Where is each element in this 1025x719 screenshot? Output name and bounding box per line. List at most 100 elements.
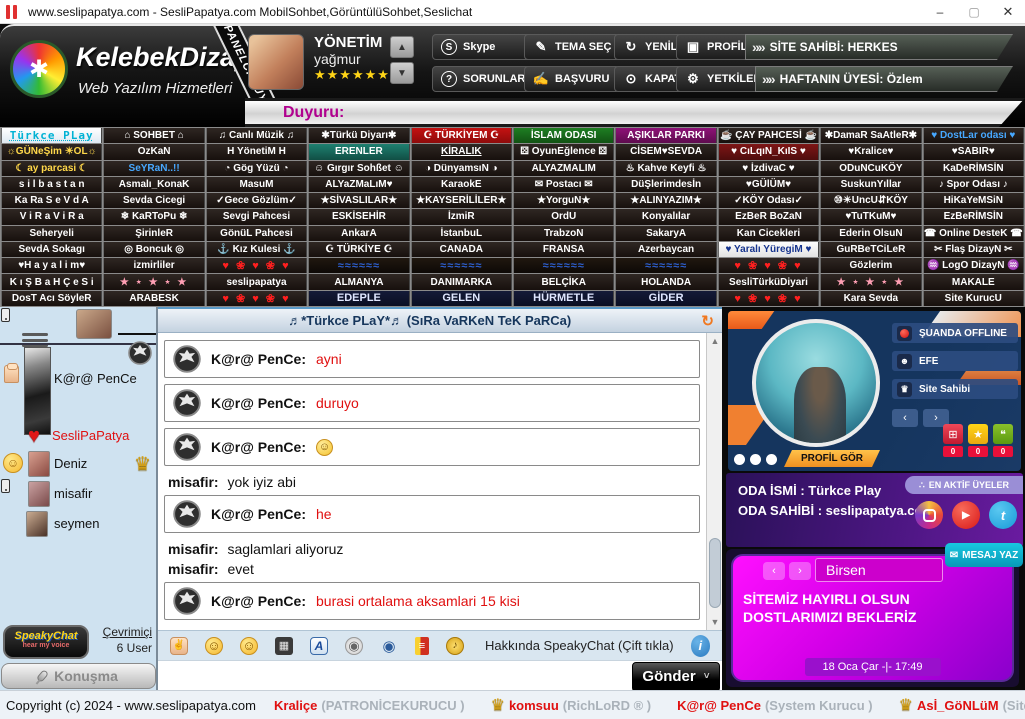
room-cell[interactable]: Site KurucU [923, 291, 1024, 306]
view-profile-button[interactable]: PROFİL GÖR [784, 450, 880, 467]
room-cell[interactable]: K ı Ş B a H Ç e S i [1, 274, 102, 289]
room-cell[interactable]: ★ ⋆ ★ ⋆ ★ [820, 274, 921, 289]
room-category-cell[interactable]: ✱DamaR SaAtleR✱ [820, 128, 921, 143]
room-category-cell[interactable]: AŞIKLAR PARKI [615, 128, 716, 143]
footer-credit[interactable]: ♛Asİ_GöNLüM(Site [899, 695, 1025, 715]
room-cell[interactable]: DANIMARKA [411, 274, 512, 289]
smiley-icon[interactable]: ☺ [205, 637, 223, 655]
room-cell[interactable]: AnkarA [308, 226, 409, 241]
room-cell[interactable]: HiKaYeMSiN [923, 193, 1024, 208]
room-cell[interactable]: ⚄ OyunEğlence ⚄ [513, 144, 614, 159]
room-cell[interactable]: H YönetiM H [206, 144, 307, 159]
room-cell[interactable]: ♥ İzdivaC ♥ [718, 161, 819, 176]
room-cell[interactable]: ♥SABIR♥ [923, 144, 1024, 159]
room-category-cell[interactable]: ♫ Canlı Müzik ♫ [206, 128, 307, 143]
carousel-dots[interactable] [734, 454, 777, 465]
room-cell[interactable]: DüŞlerimdesİn [615, 177, 716, 192]
room-cell[interactable]: ♨ Kahve Keyfi ♨ [615, 161, 716, 176]
room-category-cell[interactable]: ✱Türkü Diyarı✱ [308, 128, 409, 143]
profile-photo[interactable] [752, 319, 880, 447]
room-cell[interactable]: izmirliler [103, 258, 204, 273]
room-cell[interactable]: SesliTürküDiyari [718, 274, 819, 289]
room-cell[interactable]: ERENLER [308, 144, 409, 159]
tema-sec-button[interactable]: ✎TEMA SEÇ [524, 34, 620, 60]
room-cell[interactable]: BELÇİKA [513, 274, 614, 289]
room-cell[interactable]: Ederin OlsuN [820, 226, 921, 241]
room-cell[interactable]: ★SİVASLILAR★ [308, 193, 409, 208]
room-cell[interactable]: ♥ ❀ ♥ ❀ ♥ [206, 291, 307, 306]
footer-credit[interactable]: ♛komsuu(RichLoRD ® ) [491, 695, 651, 715]
room-cell[interactable]: seslipapatya [206, 274, 307, 289]
room-cell[interactable]: ARABESK [103, 291, 204, 306]
chat-bubble-icon[interactable]: ❝ [993, 424, 1013, 444]
room-cell[interactable]: ❄ KaRToPu ❄ [103, 209, 204, 224]
room-cell[interactable]: Asmalı_KonaK [103, 177, 204, 192]
room-cell[interactable]: ODuNCuKÖY [820, 161, 921, 176]
room-cell[interactable]: SakaryA [615, 226, 716, 241]
room-cell[interactable]: ★KAYSERİLİLER★ [411, 193, 512, 208]
room-cell[interactable]: Konyalılar [615, 209, 716, 224]
room-cell[interactable]: ♥GÜlÜM♥ [718, 177, 819, 192]
room-cell[interactable]: ALMANYA [308, 274, 409, 289]
room-cell[interactable]: EzBeRİMSİN [923, 209, 1024, 224]
list-item-user[interactable]: Deniz [54, 456, 87, 471]
room-cell[interactable]: ♥ Yaralı YüregiM ♥ [718, 242, 819, 257]
room-cell[interactable]: İstanbuL [411, 226, 512, 241]
room-cell[interactable]: ♥TuTKuM♥ [820, 209, 921, 224]
message-input[interactable] [158, 661, 632, 692]
room-cell[interactable]: s i l b a s t a n [1, 177, 102, 192]
skype-button[interactable]: SSkype [432, 34, 534, 60]
room-cell[interactable]: Azerbaycan [615, 242, 716, 257]
room-cell[interactable]: ☾ ay parcasi ☾ [1, 161, 102, 176]
room-cell[interactable]: GİDER [615, 291, 716, 306]
room-category-cell[interactable]: ☕ ÇAY PAHCESİ ☕ [718, 128, 819, 143]
room-cell[interactable]: ESKİSEHİR [308, 209, 409, 224]
room-cell[interactable]: TrabzoN [513, 226, 614, 241]
room-category-cell[interactable]: Türkce PLay [1, 128, 102, 143]
room-cell[interactable]: ☪ TÜRKİYE ☪ [308, 242, 409, 257]
minimize-button[interactable]: – [923, 0, 957, 23]
room-cell[interactable]: SeYRaN..!! [103, 161, 204, 176]
avatar[interactable] [24, 347, 51, 435]
list-item-user[interactable]: misafir [54, 486, 92, 501]
mixer-icon[interactable]: ≡ [415, 637, 429, 655]
room-cell[interactable]: EzBeR BoZaN [718, 209, 819, 224]
profile-prev-button[interactable]: ‹ [892, 409, 918, 427]
room-cell[interactable]: ★ ⋆ ★ ⋆ ★ [103, 274, 204, 289]
room-cell[interactable]: ≈≈≈≈≈≈ [411, 258, 512, 273]
room-cell[interactable]: ✓KÖY Odası✓ [718, 193, 819, 208]
room-cell[interactable]: Seheryeli [1, 226, 102, 241]
room-cell[interactable]: KaDeRİMSİN [923, 161, 1024, 176]
chat-scrollbar[interactable]: ▲ ▼ [706, 333, 722, 630]
send-button[interactable]: Gönder ˅ [632, 662, 720, 692]
room-cell[interactable]: ☼GÜNeŞim ☀OL☼ [1, 144, 102, 159]
speakychat-logo[interactable]: SpeakyChat hear my voice [3, 625, 89, 659]
room-cell[interactable]: MAKALE [923, 274, 1024, 289]
announce-next-button[interactable]: › [789, 562, 811, 580]
room-cell[interactable]: KİRALIK [411, 144, 512, 159]
refresh-icon[interactable]: ↻ [701, 312, 714, 330]
star-icon[interactable]: ★ [968, 424, 988, 444]
room-cell[interactable]: ♥ CıLqıN_KıIS ♥ [718, 144, 819, 159]
scroll-up-icon[interactable]: ▲ [707, 333, 723, 349]
room-cell[interactable]: Sevgi Pahcesi [206, 209, 307, 224]
talk-button[interactable]: Konuşma [1, 663, 156, 689]
room-cell[interactable]: ♥Kralice♥ [820, 144, 921, 159]
room-cell[interactable]: ≈≈≈≈≈≈ [308, 258, 409, 273]
sorunlar-button[interactable]: ?SORUNLAR [432, 66, 534, 92]
avatar[interactable] [28, 481, 50, 507]
active-members-button[interactable]: ∴ EN AKTİF ÜYELER [905, 476, 1023, 494]
room-cell[interactable]: ♥H a y a l i m♥ [1, 258, 102, 273]
room-cell[interactable]: Sevda Cicegi [103, 193, 204, 208]
footer-credit[interactable]: Kraliçe(PATRONİCEKURUCU ) [274, 698, 465, 713]
room-cell[interactable]: EDEPLE [308, 291, 409, 306]
announcer-name[interactable]: Birsen [815, 558, 943, 582]
room-cell[interactable]: ◎ Boncuk ◎ [103, 242, 204, 257]
room-cell[interactable]: Kara Sevda [820, 291, 921, 306]
room-cell[interactable]: ALYAZMALIM [513, 161, 614, 176]
avatar[interactable] [76, 309, 112, 339]
room-cell[interactable]: Gözlerim [820, 258, 921, 273]
room-category-cell[interactable]: ♥ DostLar odası ♥ [923, 128, 1024, 143]
eye-icon[interactable]: ◉ [380, 637, 398, 655]
font-icon[interactable]: A [310, 637, 328, 655]
